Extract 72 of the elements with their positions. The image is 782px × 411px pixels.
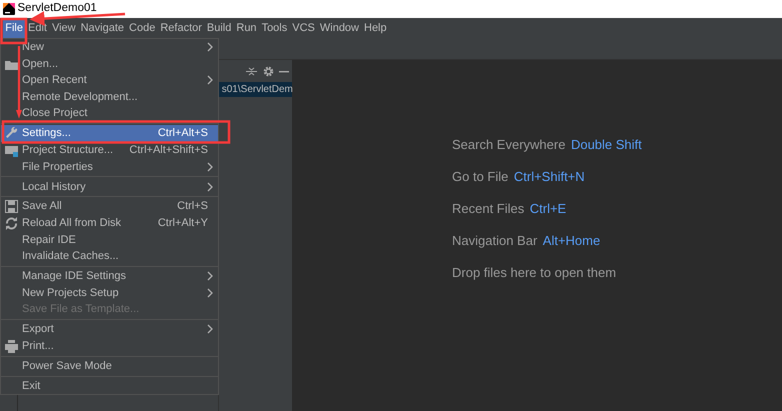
menu-entry[interactable]: Export (1, 321, 218, 338)
menu-entry-label: New Projects Setup (22, 286, 119, 301)
menu-entry-label: New (22, 40, 44, 55)
hint-label: Drop files here to open them (452, 264, 616, 282)
shortcut-label: Ctrl+Alt+S (158, 126, 208, 142)
hint-shortcut: Ctrl+E (530, 200, 566, 218)
hint-label: Navigation Bar (452, 232, 538, 250)
menu-item[interactable]: Navigate (78, 18, 127, 38)
menu-entry-label: Close Project (22, 106, 88, 122)
structure-icon (5, 144, 18, 157)
menu-entry-label: Open Recent (22, 73, 87, 88)
printer-icon (5, 340, 18, 353)
menu-entry[interactable]: File Properties (1, 158, 218, 176)
menu-entry-label: Power Save Mode (22, 358, 112, 374)
settings-icon[interactable] (262, 66, 274, 76)
shortcut-label: Ctrl+Alt+Shift+S (129, 142, 208, 158)
menu-entry[interactable]: Local History (1, 178, 218, 196)
menu-entry-label: Invalidate Caches... (22, 249, 119, 264)
minimize-icon[interactable] (279, 70, 290, 72)
menu-item[interactable]: Run (234, 18, 260, 38)
menu-entry[interactable]: Exit (1, 378, 218, 394)
menu-item[interactable]: Build (204, 18, 234, 38)
menu-item[interactable]: Help (362, 18, 390, 38)
menu-entry[interactable]: Repair IDE (1, 232, 218, 248)
menu-entry-label: Exit (22, 378, 40, 394)
menu-entry-label: Settings... (22, 126, 71, 142)
menu-entry[interactable]: Open Recent (1, 72, 218, 89)
app-logo-icon (2, 3, 15, 15)
window-title: ServletDemo01 (18, 1, 97, 16)
menu-entry-label: Open... (22, 56, 58, 72)
menu-entry-label: Export (22, 322, 54, 338)
hint-shortcut: Alt+Home (542, 232, 600, 250)
menu-entry-label: Reload All from Disk (22, 216, 122, 232)
menu-entry[interactable]: New (1, 39, 218, 56)
menu-item[interactable]: VCS (290, 18, 318, 38)
menu-item[interactable]: Code (126, 18, 158, 38)
wrench-icon (5, 127, 18, 140)
menu-entry[interactable]: Invalidate Caches... (1, 248, 218, 265)
menu-item[interactable]: Tools (259, 18, 290, 38)
hint-shortcut: Double Shift (570, 136, 642, 154)
menu-entry-label: File Properties (22, 160, 93, 175)
shortcut-label: Ctrl+S (177, 199, 208, 214)
menu-entry[interactable]: Save All Ctrl+S (1, 198, 218, 216)
menu-entry-label: Repair IDE (22, 232, 76, 248)
menu-entry[interactable]: Remote Development... (1, 88, 218, 106)
reload-icon (5, 217, 18, 230)
hint-label: Search Everywhere (452, 136, 566, 154)
menu-entry-label: Print... (22, 338, 54, 354)
menu-item[interactable]: Refactor (158, 18, 204, 38)
menu-item[interactable]: View (49, 18, 78, 38)
menu-entry[interactable]: Project Structure... Ctrl+Alt+Shift+S (1, 142, 218, 159)
project-path[interactable]: s01\ServletDem (219, 82, 292, 97)
menu-entry-label: Local History (22, 180, 86, 194)
menu-entry-label: Remote Development... (22, 90, 138, 105)
collapse-icon[interactable] (246, 66, 258, 76)
menu-entry[interactable]: Manage IDE Settings (1, 268, 218, 285)
menu-entry-label: Manage IDE Settings (22, 269, 126, 284)
menu-entry[interactable]: Open... (1, 56, 218, 72)
hint-label: Go to File (452, 168, 508, 186)
hint-label: Recent Files (452, 200, 524, 218)
menu-item[interactable]: Window (317, 18, 362, 38)
hint-shortcut: Ctrl+Shift+N (514, 168, 585, 186)
menu-entry[interactable]: Settings... Ctrl+Alt+S (1, 125, 218, 142)
menu-item[interactable]: Edit (25, 18, 50, 38)
menu-entry[interactable]: Close Project (1, 105, 218, 122)
menu-entry[interactable]: Print... (1, 338, 218, 355)
menu-entry-label: Project Structure... (22, 142, 114, 158)
shortcut-label: Ctrl+Alt+Y (158, 216, 208, 232)
menu-entry[interactable]: New Projects Setup (1, 284, 218, 302)
menu-entry[interactable]: Reload All from Disk Ctrl+Alt+Y (1, 215, 218, 232)
menu-entry-label: Save All (22, 199, 62, 214)
menu-entry[interactable]: Power Save Mode (1, 358, 218, 375)
